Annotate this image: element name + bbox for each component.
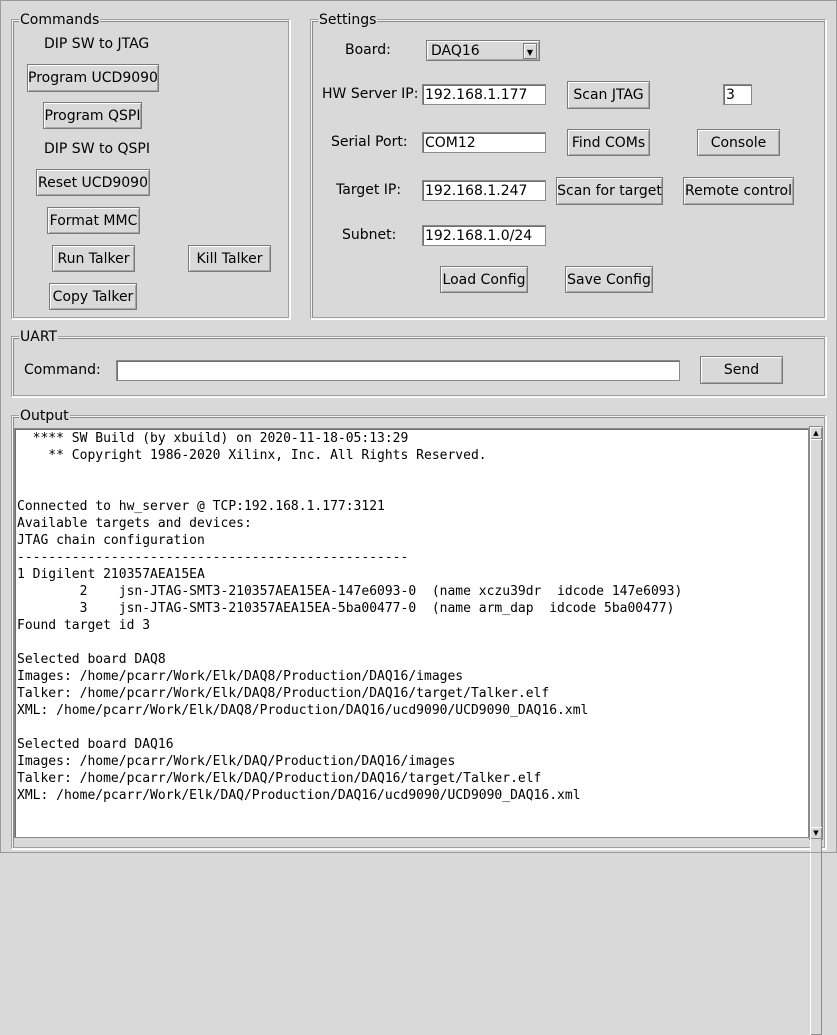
uart-title: UART [19,328,59,346]
chevron-down-icon[interactable]: ▼ [523,42,537,59]
arrow-down-icon[interactable]: ▼ [810,827,822,839]
save-config-button[interactable]: Save Config [565,266,653,293]
uart-command-input[interactable] [116,360,680,381]
commands-title: Commands [19,11,101,29]
board-select[interactable]: DAQ16 ▼ [426,40,540,61]
reset-ucd9090-button[interactable]: Reset UCD9090 [36,169,150,196]
run-talker-button[interactable]: Run Talker [52,245,135,272]
subnet-input[interactable] [422,225,546,246]
copy-talker-button[interactable]: Copy Talker [49,283,137,310]
target-ip-input[interactable] [422,180,546,201]
target-ip-label: Target IP: [336,182,402,198]
output-title: Output [19,407,70,425]
board-label: Board: [345,42,391,58]
command-label: Command: [24,362,101,378]
output-text-area[interactable]: **** SW Build (by xbuild) on 2020-11-18-… [14,428,809,838]
console-button[interactable]: Console [697,129,780,156]
settings-title: Settings [318,11,378,29]
board-select-value: DAQ16 [431,42,480,59]
dip-jtag-label: DIP SW to JTAG [44,36,150,52]
remote-control-button[interactable]: Remote control [683,177,794,205]
scrollbar-thumb[interactable] [810,439,822,1035]
serial-port-input[interactable] [422,132,546,153]
serial-port-label: Serial Port: [331,134,408,150]
dip-qspi-label: DIP SW to QSPI [44,141,150,157]
hw-server-label: HW Server IP: [322,86,419,102]
load-config-button[interactable]: Load Config [440,266,528,293]
subnet-label: Subnet: [342,227,397,243]
send-button[interactable]: Send [700,356,783,384]
target-id-input[interactable] [723,84,752,105]
format-mmc-button[interactable]: Format MMC [47,207,140,234]
program-qspi-button[interactable]: Program QSPI [43,102,142,129]
output-log: **** SW Build (by xbuild) on 2020-11-18-… [17,431,683,803]
hw-server-ip-input[interactable] [422,84,546,105]
kill-talker-button[interactable]: Kill Talker [188,245,271,272]
scan-jtag-button[interactable]: Scan JTAG [567,81,650,109]
arrow-up-icon[interactable]: ▲ [810,427,822,439]
output-scrollbar[interactable]: ▲ ▼ [809,426,823,1035]
program-ucd9090-button[interactable]: Program UCD9090 [27,64,159,92]
scan-for-target-button[interactable]: Scan for target [556,177,663,205]
find-coms-button[interactable]: Find COMs [567,129,650,156]
